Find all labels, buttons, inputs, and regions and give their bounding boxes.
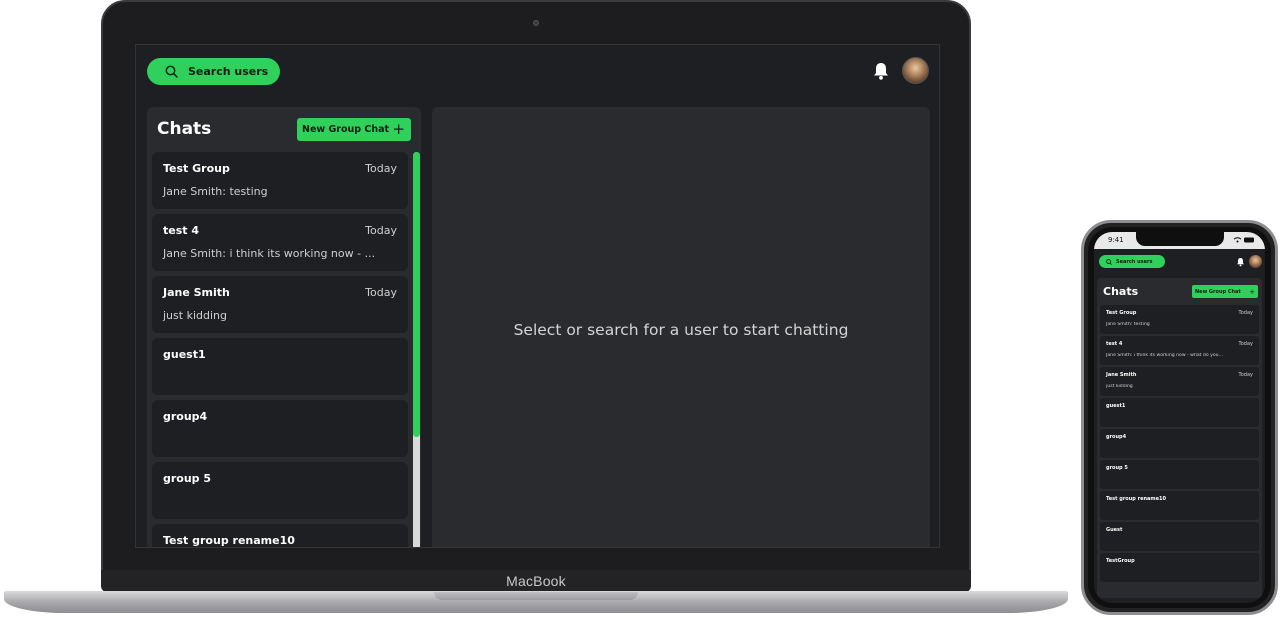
chat-list-item[interactable]: test 4 Today Jane Smith: i think its wor… [152,214,408,271]
chat-name: group4 [163,410,208,423]
chats-sidebar: Chats New Group Chat + Test Group Today … [1097,278,1262,598]
chat-name: test 4 [1106,341,1123,347]
phone-notch [1136,232,1224,246]
search-users-label: Search users [1116,258,1153,265]
chat-time: Today [365,286,397,299]
new-group-chat-label: New Group Chat [302,124,390,135]
chat-name: Test group rename10 [1106,496,1166,502]
search-users-button[interactable]: Search users [1099,255,1165,268]
laptop-screen: Search users Chats New Group Chat + Test… [135,44,940,548]
chat-name: Test Group [163,162,230,175]
search-icon [1106,258,1112,265]
chat-name: Jane Smith [1106,372,1137,378]
chat-list-item[interactable]: test 4 Today Jane Smith: i think its wor… [1100,336,1259,365]
chat-name: test 4 [163,224,200,237]
new-group-chat-button[interactable]: New Group Chat + [1192,285,1258,298]
chat-time: Today [1238,372,1253,378]
plus-icon: + [1249,287,1255,296]
chat-list-item[interactable]: guest1 [1100,398,1259,427]
chat-list-item[interactable]: Test group rename10 [152,524,408,547]
chat-time: Today [365,162,397,175]
chat-last-message: Jane Smith: testing [163,185,268,198]
chat-last-message: Jane Smith: testing [1106,322,1150,327]
chat-list-item[interactable]: Test Group Today Jane Smith: testing [1100,305,1259,334]
new-group-chat-label: New Group Chat [1195,288,1241,295]
wifi-battery-icon [1232,236,1256,246]
chat-name: group4 [1106,434,1127,440]
chat-name: Test group rename10 [163,534,295,547]
laptop-brand-label: MacBook [506,573,566,589]
chats-sidebar: Chats New Group Chat + Test Group Today … [147,107,421,547]
chat-last-message: Jane Smith: i think its working now - wh… [1106,353,1223,358]
device-mockup: MacBook Search users Chats New Group Cha… [0,0,1280,618]
chat-list: Test Group Today Jane Smith: testing tes… [152,152,408,547]
search-icon [165,65,178,78]
search-users-label: Search users [188,65,269,78]
chat-list-item[interactable]: Guest [1100,522,1259,551]
plus-icon: + [392,120,405,138]
search-users-button[interactable]: Search users [147,58,280,85]
chat-time: Today [1238,310,1253,316]
chat-name: TestGroup [1106,558,1135,564]
chat-name: group 5 [1106,465,1128,471]
phone-screen: 9:41 Search users Chats New Group Chat +… [1094,232,1265,603]
chat-list-item[interactable]: Test Group Today Jane Smith: testing [152,152,408,209]
chat-list-item[interactable]: Test group rename10 [1100,491,1259,520]
chat-panel: Select or search for a user to start cha… [432,107,930,547]
chat-list-item[interactable]: Jane Smith Today just kidding [152,276,408,333]
avatar[interactable] [902,57,929,84]
chat-name: guest1 [1106,403,1126,409]
bell-icon[interactable] [872,61,890,81]
laptop-camera [533,20,539,26]
avatar[interactable] [1249,255,1262,268]
chat-list-item[interactable]: Jane Smith Today just kidding [1100,367,1259,396]
chat-name: Test Group [1106,310,1137,316]
status-time: 9:41 [1108,236,1124,244]
chat-list-item[interactable]: guest1 [152,338,408,395]
chats-title: Chats [157,119,212,139]
chat-name: Guest [1106,527,1123,533]
chat-name: Jane Smith [163,286,230,299]
chat-list-item[interactable]: TestGroup [1100,553,1259,582]
chat-list-item[interactable]: group 5 [1100,460,1259,489]
chat-list-item[interactable]: group4 [152,400,408,457]
new-group-chat-button[interactable]: New Group Chat + [297,118,411,141]
chat-time: Today [1238,341,1253,347]
chats-title: Chats [1103,285,1139,298]
chat-name: guest1 [163,348,206,361]
chat-name: group 5 [163,472,212,485]
chat-list-item[interactable]: group 5 [152,462,408,519]
chat-last-message: just kidding [1106,384,1133,389]
chat-list-item[interactable]: group4 [1100,429,1259,458]
chat-last-message: Jane Smith: i think its working now - ..… [163,247,376,260]
chat-list-scrollbar-thumb[interactable] [413,152,420,437]
bell-icon[interactable] [1236,257,1245,267]
empty-chat-placeholder: Select or search for a user to start cha… [513,321,849,339]
chat-time: Today [365,224,397,237]
chat-last-message: just kidding [163,309,227,322]
laptop-opening-notch [434,592,638,600]
